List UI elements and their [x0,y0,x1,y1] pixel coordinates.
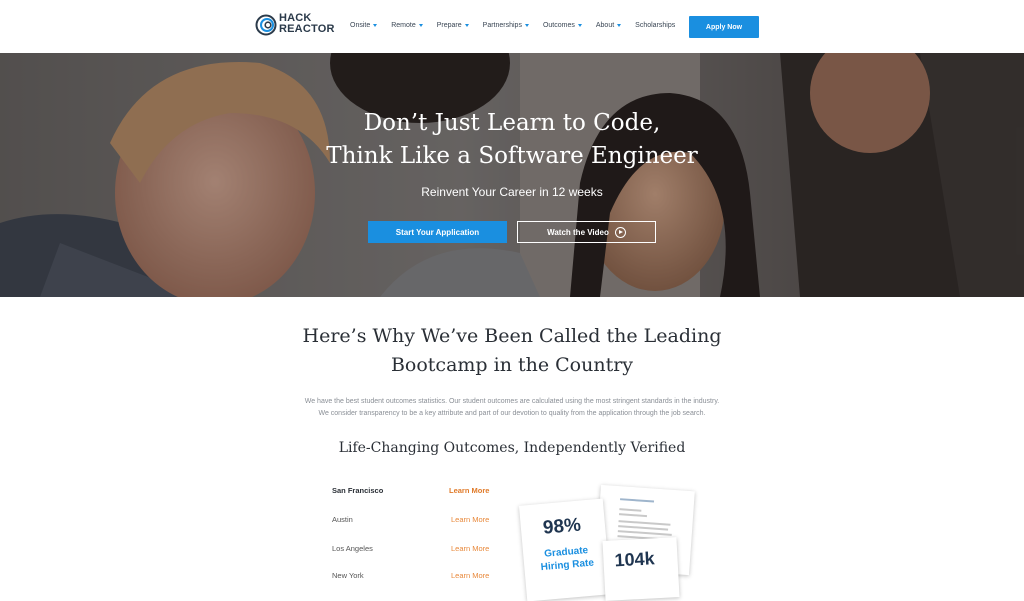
hero-overlay [0,53,1024,297]
hiring-rate-label: Graduate Hiring Rate [540,545,595,574]
nav-about[interactable]: About [596,22,622,29]
list-item: New York Learn More [332,571,492,585]
outcomes-title: Life-Changing Outcomes, Independently Ve… [338,440,686,456]
nav-onsite[interactable]: Onsite [350,22,378,29]
apply-now-button[interactable]: Apply Now [689,16,759,38]
caret-down-icon [464,24,469,27]
hero-subtitle: Reinvent Your Career in 12 weeks [421,185,603,199]
list-item: San Francisco Learn More [332,486,492,500]
nav-scholarships[interactable]: Scholarships [635,22,675,29]
learn-more-link[interactable]: Learn More [449,486,489,495]
nav-partnerships[interactable]: Partnerships [483,22,529,29]
nav-outcomes[interactable]: Outcomes [543,22,582,29]
caret-down-icon [617,24,622,27]
main-nav: Onsite Remote Prepare Partnerships Outco… [350,22,689,29]
caret-down-icon [524,24,529,27]
salary-value: 104k [613,548,656,571]
city-name: San Francisco [332,486,384,495]
caret-down-icon [577,24,582,27]
logo-text-reactor: REACTOR [279,23,335,35]
watch-video-button[interactable]: Watch the Video [517,221,656,243]
hero-title: Don’t Just Learn to Code, Think Like a S… [326,110,698,169]
learn-more-link[interactable]: Learn More [451,515,489,524]
hack-reactor-logo[interactable]: HACK REACTOR [255,12,335,40]
play-icon [614,226,626,238]
salary-card: 104k [602,537,680,601]
section-title: Here’s Why We’ve Been Called the Leading… [302,325,722,376]
hiring-rate-card: 98% Graduate Hiring Rate [518,498,612,601]
list-item: Austin Learn More [332,515,492,529]
section-description: We have the best student outcomes statis… [304,398,720,417]
site-header: HACK REACTOR Onsite Remote Prepare Partn… [0,0,1024,54]
logo-rings-icon [255,14,277,36]
start-application-button[interactable]: Start Your Application [368,221,507,243]
caret-down-icon [418,24,423,27]
learn-more-link[interactable]: Learn More [451,544,489,553]
hero-banner: Don’t Just Learn to Code, Think Like a S… [0,53,1024,297]
nav-prepare[interactable]: Prepare [437,22,469,29]
list-item: Los Angeles Learn More [332,544,492,558]
caret-down-icon [373,24,378,27]
nav-remote[interactable]: Remote [391,22,423,29]
city-name: Los Angeles [332,544,373,553]
city-name: Austin [332,515,353,524]
hiring-rate-value: 98% [542,514,582,539]
